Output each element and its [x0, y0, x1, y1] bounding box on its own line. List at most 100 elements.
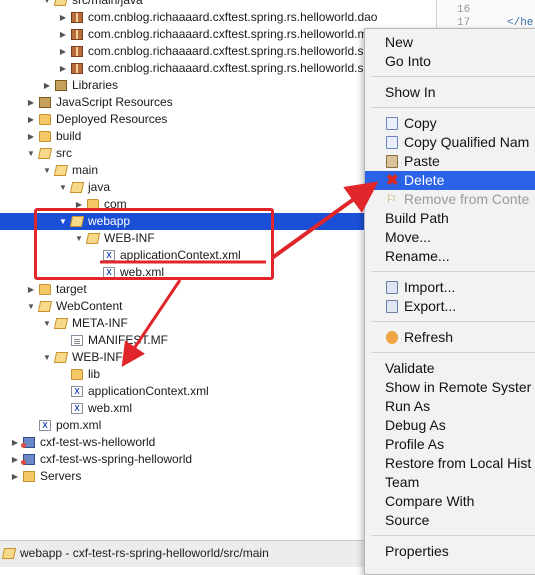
- menu-item-team[interactable]: Team: [365, 473, 535, 492]
- tree-item-java[interactable]: ▼ java: [0, 179, 420, 196]
- folder-icon: [1, 548, 17, 559]
- package-icon: [71, 46, 83, 57]
- collapse-toggle-icon[interactable]: ▼: [26, 145, 36, 162]
- expand-toggle-icon[interactable]: ▶: [58, 43, 68, 60]
- tree-item-libraries[interactable]: ▶ Libraries: [0, 77, 420, 94]
- menu-item-restore-from-local-hist[interactable]: Restore from Local Hist: [365, 454, 535, 473]
- tree-item-metainf[interactable]: ▼ META-INF: [0, 315, 420, 332]
- expand-toggle-icon[interactable]: ▶: [10, 434, 20, 451]
- context-menu: New Go Into Show In Copy Copy Qualified Nam P…: [364, 28, 535, 575]
- tree-item-manifest[interactable]: MANIFEST.MF: [0, 332, 420, 349]
- package-icon: [71, 29, 83, 40]
- collapse-toggle-icon[interactable]: ▼: [42, 0, 52, 9]
- tree-item-webcontent[interactable]: ▼ WebContent: [0, 298, 420, 315]
- collapse-toggle-icon[interactable]: ▼: [26, 298, 36, 315]
- menu-item-label: Export...: [404, 298, 457, 314]
- menu-item-build-path[interactable]: Build Path: [365, 209, 535, 228]
- menu-item-debug-as[interactable]: Debug As: [365, 416, 535, 435]
- annotation-box: [34, 208, 274, 280]
- tree-item-label: pom.xml: [56, 418, 102, 432]
- project-icon: [21, 454, 35, 465]
- library-icon: [39, 97, 51, 108]
- tree-item-webxml2[interactable]: Xweb.xml: [0, 400, 420, 417]
- menu-item-label: Debug As: [385, 417, 446, 433]
- tree-item-jsres[interactable]: ▶ JavaScript Resources: [0, 94, 420, 111]
- tree-item-label: META-INF: [72, 316, 128, 330]
- xml-file-icon: X: [71, 403, 83, 414]
- menu-item-compare-with[interactable]: Compare With: [365, 492, 535, 511]
- tree-item-label: JavaScript Resources: [56, 95, 173, 109]
- tree-item-srcmainjava[interactable]: ▼ src/main/java: [0, 0, 420, 9]
- menu-item-properties[interactable]: Properties: [365, 542, 535, 561]
- menu-item-rename[interactable]: Rename...: [365, 247, 535, 266]
- open-folder-icon: [53, 352, 69, 363]
- collapse-toggle-icon[interactable]: ▼: [42, 162, 52, 179]
- menu-separator: [371, 352, 535, 353]
- tree-item-label: web.xml: [88, 401, 133, 415]
- collapse-toggle-icon[interactable]: ▼: [42, 315, 52, 332]
- tree-item-pkg2[interactable]: ▶ com.cnblog.richaaaard.cxftest.spring.rs…: [0, 26, 420, 43]
- menu-item-profile-as[interactable]: Profile As: [365, 435, 535, 454]
- tree-item-pkg1[interactable]: ▶ com.cnblog.richaaaard.cxftest.spring.rs…: [0, 9, 420, 26]
- menu-item-import[interactable]: Import...: [365, 278, 535, 297]
- xml-file-icon: X: [39, 420, 51, 431]
- folder-icon: [39, 131, 51, 142]
- menu-item-move[interactable]: Move...: [365, 228, 535, 247]
- tree-item-lib[interactable]: lib: [0, 366, 420, 383]
- tree-item-label: src/main/java: [72, 0, 143, 7]
- expand-toggle-icon[interactable]: ▶: [26, 128, 36, 145]
- expand-toggle-icon[interactable]: ▶: [58, 9, 68, 26]
- menu-item-label: Profile As: [385, 436, 445, 452]
- tree-item-main[interactable]: ▼ main: [0, 162, 420, 179]
- menu-item-show-in-remote-syster[interactable]: Show in Remote Syster: [365, 378, 535, 397]
- menu-item-label: Go Into: [385, 53, 431, 69]
- tree-item-label: build: [56, 129, 82, 143]
- tree-item-label: WebContent: [56, 299, 123, 313]
- tree-item-target[interactable]: ▶ target: [0, 281, 420, 298]
- remove-icon: ⚐: [386, 192, 397, 206]
- tree-item-build[interactable]: ▶ build: [0, 128, 420, 145]
- collapse-toggle-icon[interactable]: ▼: [58, 179, 68, 196]
- expand-toggle-icon[interactable]: ▶: [26, 281, 36, 298]
- tree-item-servers[interactable]: ▶ Servers: [0, 468, 420, 485]
- menu-item-label: Copy: [404, 115, 437, 131]
- tree-item-appctx2[interactable]: XapplicationContext.xml: [0, 383, 420, 400]
- menu-item-delete[interactable]: ✖ Delete: [365, 171, 535, 190]
- expand-toggle-icon[interactable]: ▶: [42, 77, 52, 94]
- tree-item-label: Servers: [40, 469, 82, 483]
- collapse-toggle-icon[interactable]: ▼: [42, 349, 52, 366]
- menu-item-go-into[interactable]: Go Into: [365, 52, 535, 71]
- folder-icon: [39, 114, 51, 125]
- menu-item-paste[interactable]: Paste: [365, 152, 535, 171]
- tree-item-label: com.cnblog.richaaaard.cxftest.spring.rs.…: [88, 61, 364, 75]
- menu-item-copy-qualified-nam[interactable]: Copy Qualified Nam: [365, 133, 535, 152]
- menu-item-validate[interactable]: Validate: [365, 359, 535, 378]
- tree-item-proj2[interactable]: ▶ cxf-test-ws-spring-helloworld: [0, 451, 420, 468]
- import-icon: [386, 281, 398, 294]
- menu-item-copy[interactable]: Copy: [365, 114, 535, 133]
- tree-item-proj1[interactable]: ▶ cxf-test-ws-helloworld: [0, 434, 420, 451]
- tree-item-label: com.cnblog.richaaaard.cxftest.spring.rs.…: [88, 27, 368, 41]
- tree-item-pkg4[interactable]: ▶ com.cnblog.richaaaard.cxftest.spring.rs…: [0, 60, 420, 77]
- menu-item-label: Validate: [385, 360, 435, 376]
- tree-item-src[interactable]: ▼ src: [0, 145, 420, 162]
- tree-item-webinf2[interactable]: ▼ WEB-INF: [0, 349, 420, 366]
- expand-toggle-icon[interactable]: ▶: [10, 468, 20, 485]
- menu-item-run-as[interactable]: Run As: [365, 397, 535, 416]
- expand-toggle-icon[interactable]: ▶: [10, 451, 20, 468]
- menu-item-refresh[interactable]: Refresh: [365, 328, 535, 347]
- menu-item-label: Run As: [385, 398, 431, 414]
- tree-item-pkg3[interactable]: ▶ com.cnblog.richaaaard.cxftest.spring.rs…: [0, 43, 420, 60]
- menu-item-show-in[interactable]: Show In: [365, 83, 535, 102]
- xml-file-icon: X: [71, 386, 83, 397]
- expand-toggle-icon[interactable]: ▶: [26, 94, 36, 111]
- menu-item-new[interactable]: New: [365, 33, 535, 52]
- tree-item-deployed[interactable]: ▶ Deployed Resources: [0, 111, 420, 128]
- expand-toggle-icon[interactable]: ▶: [26, 111, 36, 128]
- menu-item-export[interactable]: Export...: [365, 297, 535, 316]
- expand-toggle-icon[interactable]: ▶: [58, 60, 68, 77]
- menu-item-source[interactable]: Source: [365, 511, 535, 530]
- tree-item-pom[interactable]: Xpom.xml: [0, 417, 420, 434]
- expand-toggle-icon[interactable]: ▶: [58, 26, 68, 43]
- tree-item-label: com.cnblog.richaaaard.cxftest.spring.rs.…: [88, 10, 378, 24]
